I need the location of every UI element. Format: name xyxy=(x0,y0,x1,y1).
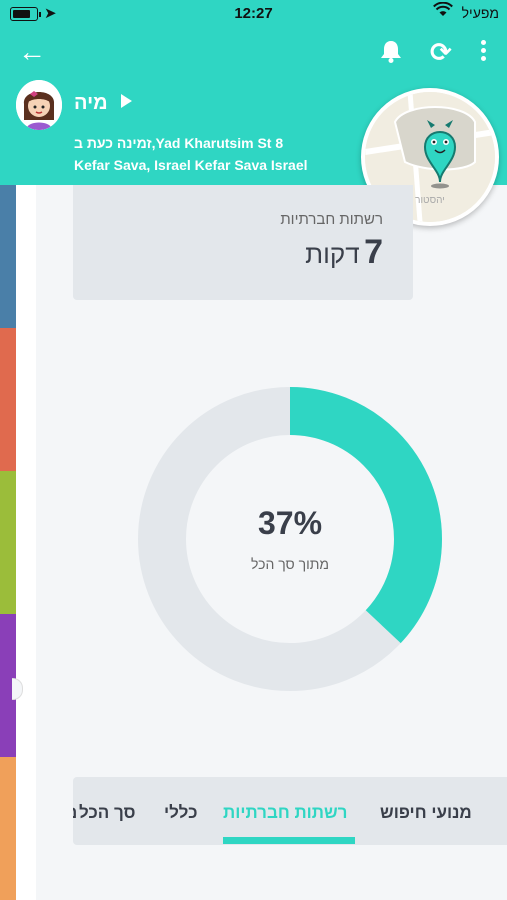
stripe-peach xyxy=(0,757,16,900)
wifi-icon xyxy=(433,1,453,23)
usage-card: רשתות חברתיות 7 דקות xyxy=(73,185,413,300)
donut-subtitle: מתוך סך הכל xyxy=(250,556,330,572)
active-tab-indicator xyxy=(223,837,355,844)
stripe-green xyxy=(0,471,16,614)
child-name[interactable]: מיה xyxy=(74,92,108,115)
side-rail xyxy=(16,185,36,900)
tab-social-networks[interactable]: רשתות חברתיות xyxy=(223,803,347,823)
address-line-1: זמינה כעת ב,Yad Kharutsim St 8 xyxy=(74,135,284,151)
usage-number: 7 xyxy=(364,233,383,271)
donut-percentage: 37% xyxy=(257,505,323,541)
bell-icon[interactable] xyxy=(378,38,404,64)
stripe-orange xyxy=(0,328,16,471)
address-line-2: Kefar Sava, Israel Kefar Sava Israel xyxy=(74,157,308,173)
usage-category-label: רשתות חברתיות xyxy=(280,211,383,228)
status-time: 12:27 xyxy=(234,5,273,22)
usage-unit: דקות xyxy=(305,239,360,269)
more-options-icon[interactable] xyxy=(478,37,488,65)
play-icon[interactable] xyxy=(121,94,132,108)
color-stripe-bar xyxy=(0,185,16,900)
usage-value: 7 דקות xyxy=(305,233,383,272)
status-bar: ➤ 12:27 מפעיל xyxy=(0,0,507,28)
tab-partial[interactable]: ם xyxy=(73,803,77,823)
back-arrow-icon[interactable]: ← xyxy=(18,36,46,68)
refresh-icon[interactable]: ⟳ xyxy=(430,37,452,68)
carrier-label: מפעיל xyxy=(461,5,499,21)
category-tabs: ם מנועי חיפוש רשתות חברתיות כללי סך הכל xyxy=(73,777,507,845)
tab-general[interactable]: כללי xyxy=(164,803,197,823)
tab-search-engines[interactable]: מנועי חיפוש xyxy=(380,803,472,823)
tab-total[interactable]: סך הכל xyxy=(79,803,136,823)
stripe-blue xyxy=(0,185,16,328)
location-address: זמינה כעת ב,Yad Kharutsim St 8 Kefar Sav… xyxy=(74,132,308,176)
avatar[interactable] xyxy=(16,80,62,130)
